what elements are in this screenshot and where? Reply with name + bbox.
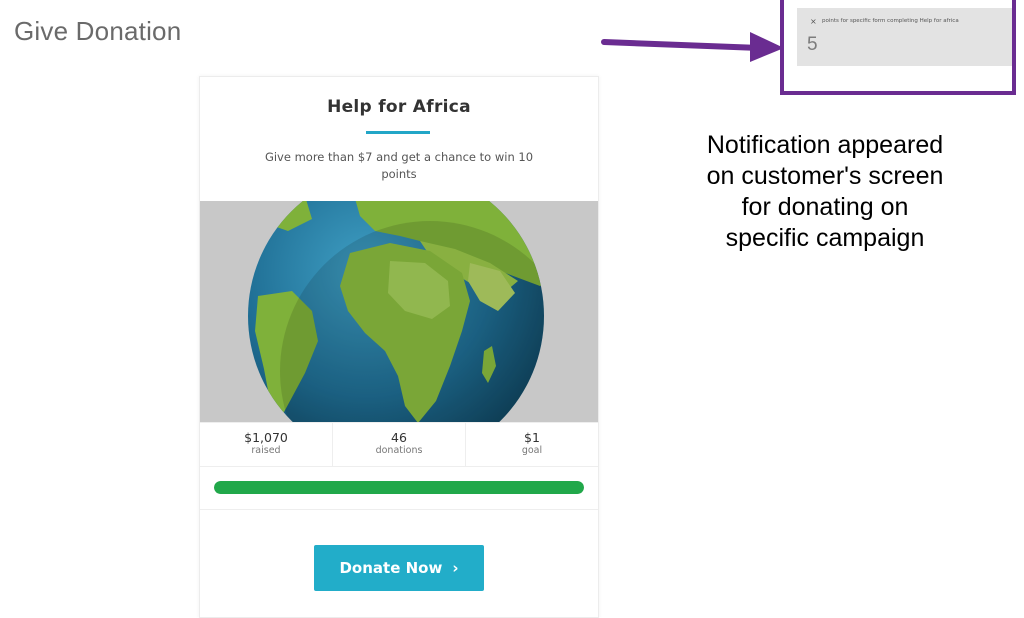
stat-raised: $1,070 raised [200,423,333,466]
donation-progress-bar [214,481,584,494]
annotation-line: for donating on [741,193,909,221]
donate-button-label: Donate Now [339,559,443,577]
campaign-stats: $1,070 raised 46 donations $1 goal [200,422,598,467]
stat-label: goal [521,445,543,456]
campaign-title: Help for Africa [327,97,471,117]
annotation-line: on customer's screen [706,162,944,190]
campaign-card: Help for Africa Give more than $7 and ge… [199,76,599,618]
stat-label: donations [375,445,423,456]
annotation-text: Notification appeared on customer's scre… [660,130,990,254]
stat-value: $1,070 [244,430,288,445]
notification-text: points for specific form completing Help… [822,18,959,24]
stat-value: 46 [391,430,407,445]
title-underline [366,131,430,134]
points-notification: × points for specific form completing He… [797,8,1012,66]
donate-now-button[interactable]: Donate Now › [314,545,484,591]
annotation-line: Notification appeared [706,131,944,159]
annotation-line: specific campaign [725,224,925,252]
chevron-right-icon: › [452,559,459,577]
stat-label: raised [251,445,281,456]
stat-donations: 46 donations [333,423,466,466]
globe-image [200,201,598,422]
campaign-image-globe [200,201,598,422]
page-title: Give Donation [14,16,182,46]
card-divider [200,509,598,510]
progress-fill [214,481,584,494]
stat-value: $1 [524,430,540,445]
arrow-icon [601,32,784,62]
stat-goal: $1 goal [466,423,598,466]
close-icon[interactable]: × [810,17,817,26]
campaign-description: Give more than $7 and get a chance to wi… [264,150,534,181]
notification-points: 5 [807,34,818,55]
